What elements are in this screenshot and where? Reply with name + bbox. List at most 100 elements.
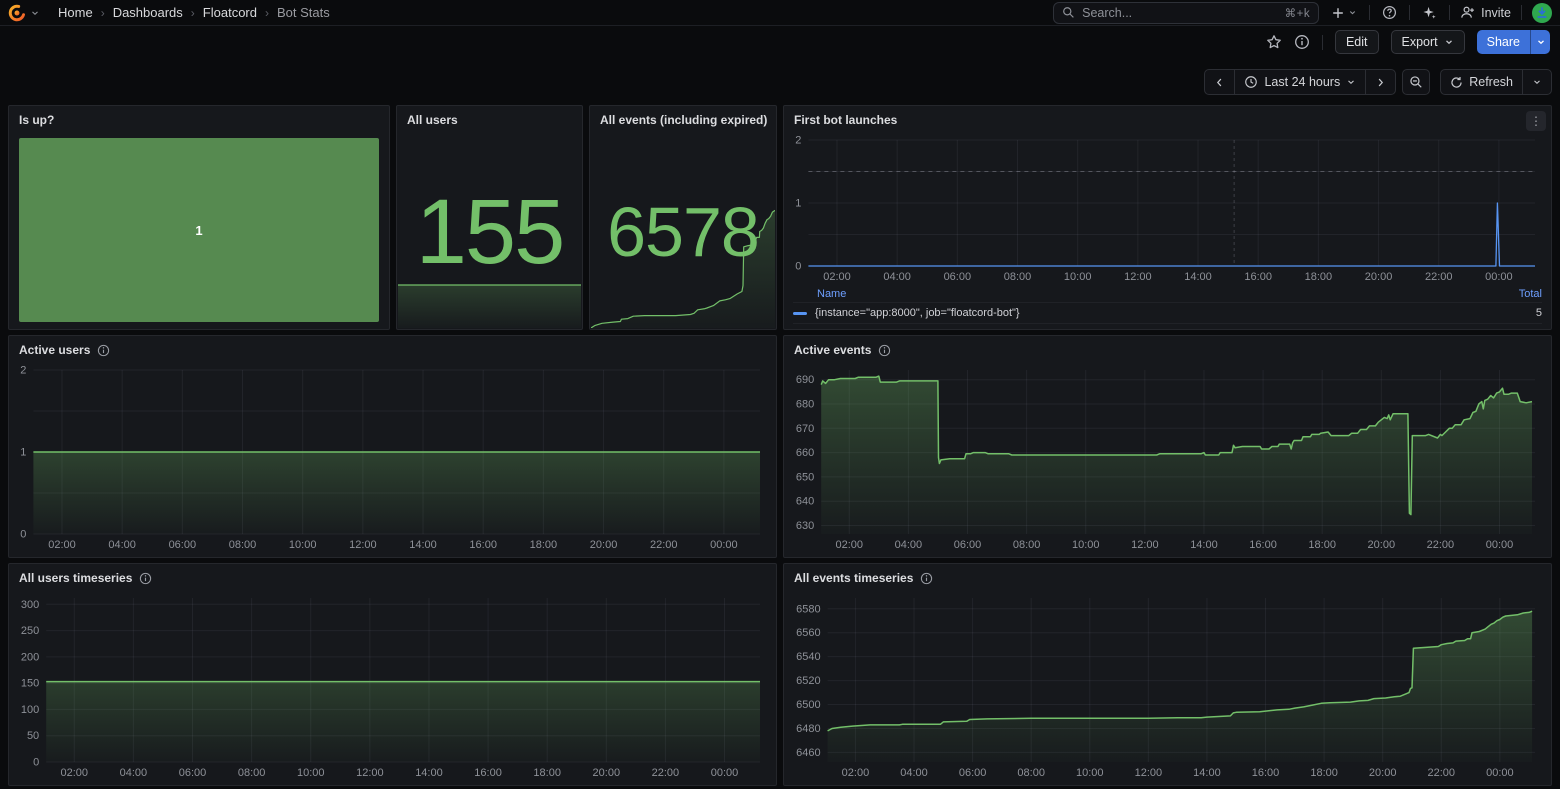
svg-text:04:00: 04:00 bbox=[883, 271, 911, 283]
edit-button[interactable]: Edit bbox=[1334, 30, 1379, 54]
svg-text:14:00: 14:00 bbox=[1190, 539, 1218, 551]
svg-text:02:00: 02:00 bbox=[48, 539, 76, 551]
svg-text:04:00: 04:00 bbox=[900, 767, 928, 779]
svg-text:16:00: 16:00 bbox=[1244, 271, 1272, 283]
share-button[interactable]: Share bbox=[1476, 30, 1530, 54]
panel-menu-kebab-icon[interactable]: ⋮ bbox=[1526, 111, 1546, 131]
legend-total-header[interactable]: Total bbox=[1519, 288, 1542, 300]
legend-name-header[interactable]: Name bbox=[817, 288, 846, 300]
panel-info-icon[interactable] bbox=[878, 344, 891, 357]
question-circle-icon bbox=[1383, 5, 1397, 20]
breadcrumb-current-page: Bot Stats bbox=[277, 5, 330, 20]
svg-text:690: 690 bbox=[796, 374, 814, 386]
time-shift-back-button[interactable] bbox=[1205, 70, 1234, 94]
svg-text:08:00: 08:00 bbox=[238, 767, 266, 779]
panel-title[interactable]: All users timeseries bbox=[19, 571, 132, 585]
stat-value-all-users: 155 bbox=[415, 180, 565, 283]
breadcrumb-home[interactable]: Home bbox=[58, 5, 93, 20]
all-events-timeseries-chart[interactable]: 02:00 04:00 06:00 08:00 10:00 12:00 14:00 16:00… bbox=[788, 592, 1547, 781]
svg-text:08:00: 08:00 bbox=[1004, 271, 1032, 283]
all-users-sparkline bbox=[398, 283, 581, 328]
svg-text:02:00: 02:00 bbox=[61, 767, 89, 779]
svg-text:14:00: 14:00 bbox=[409, 539, 437, 551]
top-navbar: Home › Dashboards › Floatcord › Bot Stat… bbox=[0, 0, 1560, 26]
time-range-picker[interactable]: Last 24 hours bbox=[1234, 70, 1365, 94]
svg-text:0: 0 bbox=[33, 757, 39, 769]
search-icon bbox=[1063, 7, 1074, 18]
svg-text:12:00: 12:00 bbox=[356, 767, 384, 779]
panel-title[interactable]: Active users bbox=[19, 343, 90, 357]
panel-title[interactable]: First bot launches bbox=[794, 113, 897, 127]
svg-text:6500: 6500 bbox=[796, 699, 820, 711]
refresh-group: Refresh bbox=[1440, 69, 1552, 95]
divider bbox=[1449, 5, 1451, 20]
panel-title[interactable]: All events (including expired) bbox=[600, 113, 767, 127]
breadcrumb-folder[interactable]: Floatcord bbox=[203, 5, 257, 20]
logo-chevron-down-icon[interactable] bbox=[30, 8, 40, 18]
svg-text:02:00: 02:00 bbox=[823, 271, 851, 283]
search-input[interactable]: Search... ⌘+k bbox=[1053, 1, 1320, 24]
refresh-icon bbox=[1451, 76, 1462, 88]
search-shortcut: ⌘+k bbox=[1284, 7, 1311, 20]
zoom-out-button[interactable] bbox=[1402, 69, 1431, 95]
svg-text:6540: 6540 bbox=[796, 651, 820, 663]
time-shift-forward-button[interactable] bbox=[1365, 70, 1395, 94]
panel-is-up: Is up? 1 bbox=[8, 105, 390, 330]
star-icon bbox=[1267, 35, 1281, 49]
svg-text:16:00: 16:00 bbox=[469, 539, 497, 551]
dashboard-grid: Is up? 1 All users 155 All events (inclu… bbox=[8, 105, 1552, 786]
panel-title[interactable]: Active events bbox=[794, 343, 871, 357]
all-events-sparkline bbox=[591, 206, 775, 328]
ai-assistant-button[interactable] bbox=[1420, 3, 1439, 22]
grafana-logo-icon[interactable] bbox=[8, 4, 26, 22]
svg-text:2: 2 bbox=[20, 365, 26, 377]
time-range-group: Last 24 hours bbox=[1204, 69, 1397, 95]
export-button[interactable]: Export bbox=[1390, 30, 1465, 54]
help-button[interactable] bbox=[1380, 3, 1399, 22]
svg-text:02:00: 02:00 bbox=[842, 767, 870, 779]
refresh-interval-button[interactable] bbox=[1522, 70, 1551, 94]
svg-text:6580: 6580 bbox=[796, 603, 820, 615]
invite-button[interactable]: Invite bbox=[1460, 5, 1511, 20]
panel-title[interactable]: All events timeseries bbox=[794, 571, 913, 585]
panel-all-users-timeseries: All users timeseries 02:00 04:00 06:00 08:0… bbox=[8, 563, 777, 786]
clock-icon bbox=[1245, 76, 1258, 88]
panel-all-events-timeseries: All events timeseries 02:00 04:00 06:00 08:… bbox=[783, 563, 1552, 786]
first-bot-launches-chart[interactable]: 02:00 04:00 06:00 08:00 10:00 12:00 14:00 16:00… bbox=[788, 134, 1547, 285]
panel-info-icon[interactable] bbox=[920, 572, 933, 585]
series-label[interactable]: {instance="app:8000", job="floatcord-bot… bbox=[815, 307, 1020, 319]
breadcrumb-dashboards[interactable]: Dashboards bbox=[113, 5, 183, 20]
time-controls: Last 24 hours Refresh bbox=[8, 68, 1552, 96]
panel-title[interactable]: Is up? bbox=[19, 113, 54, 127]
svg-text:02:00: 02:00 bbox=[836, 539, 864, 551]
divider bbox=[1321, 34, 1323, 50]
chevron-down-icon bbox=[1348, 80, 1355, 85]
avatar-arrow-icon bbox=[1537, 6, 1547, 18]
share-caret-button[interactable] bbox=[1530, 30, 1550, 54]
svg-text:10:00: 10:00 bbox=[1064, 271, 1092, 283]
angle-left-icon bbox=[1217, 78, 1222, 86]
user-avatar[interactable] bbox=[1532, 2, 1552, 23]
panel-title[interactable]: All users bbox=[407, 113, 458, 127]
dashboard-info-button[interactable] bbox=[1294, 34, 1310, 50]
svg-text:04:00: 04:00 bbox=[108, 539, 136, 551]
time-range-label: Last 24 hours bbox=[1264, 75, 1341, 89]
zoom-out-icon bbox=[1410, 76, 1422, 88]
star-button[interactable] bbox=[1266, 34, 1282, 50]
svg-text:640: 640 bbox=[796, 496, 814, 508]
refresh-button[interactable]: Refresh bbox=[1441, 70, 1522, 94]
panel-info-icon[interactable] bbox=[97, 344, 110, 357]
person-plus-icon bbox=[1461, 6, 1474, 18]
add-new-button[interactable] bbox=[1329, 4, 1359, 22]
svg-text:00:00: 00:00 bbox=[711, 767, 739, 779]
svg-text:20:00: 20:00 bbox=[1365, 271, 1393, 283]
svg-text:10:00: 10:00 bbox=[289, 539, 317, 551]
active-events-chart[interactable]: 02:00 04:00 06:00 08:00 10:00 12:00 14:00 16:00… bbox=[788, 364, 1547, 553]
active-users-chart[interactable]: 02:00 04:00 06:00 08:00 10:00 12:00 14:00 16:00… bbox=[13, 364, 772, 553]
all-users-timeseries-chart[interactable]: 02:00 04:00 06:00 08:00 10:00 12:00 14:00 16:00… bbox=[13, 592, 772, 781]
breadcrumb: Home › Dashboards › Floatcord › Bot Stat… bbox=[58, 5, 330, 20]
panel-info-icon[interactable] bbox=[139, 572, 152, 585]
svg-text:0: 0 bbox=[795, 261, 801, 273]
export-label: Export bbox=[1401, 35, 1438, 49]
svg-text:660: 660 bbox=[796, 447, 814, 459]
